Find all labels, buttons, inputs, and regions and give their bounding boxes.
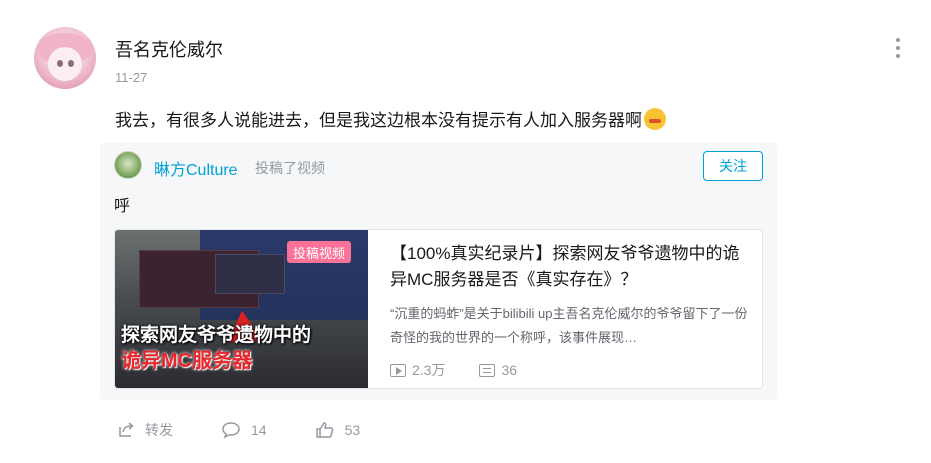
thumbs-up-icon xyxy=(315,422,333,438)
avatar-eye xyxy=(68,60,74,67)
cover-title-line1: 探索网友爷爷遗物中的 xyxy=(121,325,312,346)
video-stats: 2.3万 36 xyxy=(390,360,517,380)
cover-screenshot xyxy=(215,254,285,294)
avatar-face xyxy=(48,47,82,81)
repost-card: 晽方Culture 投稿了视频 关注 呼 投稿视频 探索网友爷爷遗物中的 诡异M… xyxy=(100,143,777,400)
repost-text: 呼 xyxy=(114,198,131,215)
play-count-icon xyxy=(390,363,406,377)
video-card[interactable]: 投稿视频 探索网友爷爷遗物中的 诡异MC服务器 【100%真实纪录片】探索网友爷… xyxy=(114,229,763,389)
comment-time: 11-27 xyxy=(115,70,148,85)
video-cover[interactable]: 投稿视频 探索网友爷爷遗物中的 诡异MC服务器 xyxy=(115,230,368,388)
action-bar: 转发 14 53 xyxy=(117,420,408,440)
like-count: 53 xyxy=(344,422,361,438)
forward-label: 转发 xyxy=(145,422,173,438)
cover-title-line2: 诡异MC服务器 xyxy=(121,350,253,372)
comment-button[interactable]: 14 xyxy=(221,421,267,439)
repost-action-text: 投稿了视频 xyxy=(255,160,325,176)
comment-count: 14 xyxy=(251,422,267,438)
forward-icon xyxy=(119,422,134,437)
uploader-name[interactable]: 晽方Culture xyxy=(154,156,238,180)
like-button[interactable]: 53 xyxy=(315,421,361,439)
follow-button[interactable]: 关注 xyxy=(703,151,763,181)
danmaku-count: 36 xyxy=(501,362,518,378)
emoji-icon xyxy=(644,107,666,130)
video-description: “沉重的蚂蚱”是关于bilibili up主吾名克伦威尔的爷爷留下了一份奇怪的我… xyxy=(390,306,748,345)
uploader-avatar[interactable] xyxy=(114,151,142,179)
forward-button[interactable]: 转发 xyxy=(117,420,173,440)
comment-icon xyxy=(222,422,240,439)
comment-text: 我去，有很多人说能进去，但是我这边根本没有提示有人加入服务器啊 xyxy=(115,111,642,130)
comment-username[interactable]: 吾名克伦威尔 xyxy=(115,36,223,62)
video-type-badge: 投稿视频 xyxy=(287,241,352,263)
view-count: 2.3万 xyxy=(412,362,446,378)
user-avatar[interactable] xyxy=(34,27,96,89)
avatar-eye xyxy=(57,60,63,67)
danmaku-icon xyxy=(479,363,496,377)
more-options-icon[interactable] xyxy=(890,38,906,64)
comment-text-row: 我去，有很多人说能进去，但是我这边根本没有提示有人加入服务器啊 xyxy=(115,106,666,131)
video-title[interactable]: 【100%真实纪录片】探索网友爷爷遗物中的诡异MC服务器是否《真实存在》？ xyxy=(390,241,750,293)
